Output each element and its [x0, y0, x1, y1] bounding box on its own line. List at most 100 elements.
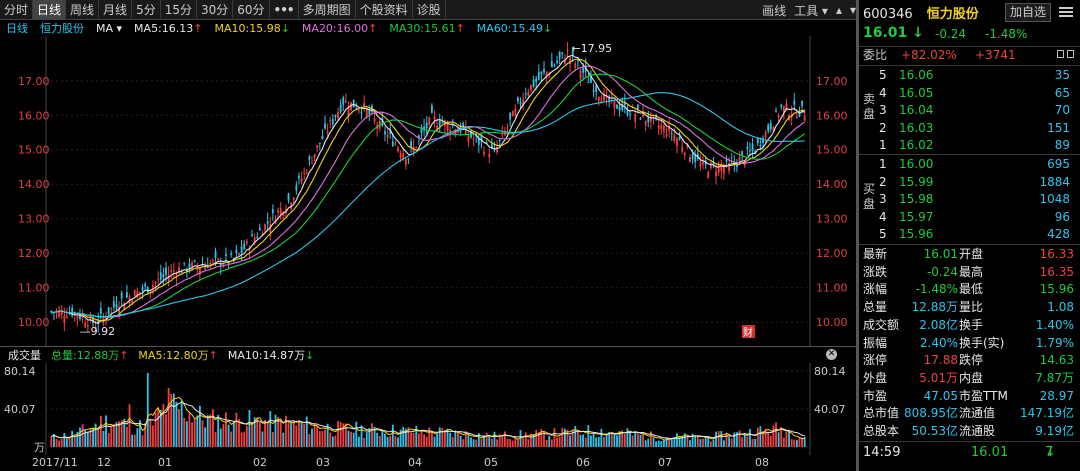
tab-6[interactable]: 30分: [197, 0, 234, 20]
volume-bar: [728, 437, 731, 447]
volume-bar: [240, 432, 243, 447]
volume-bar: [759, 426, 762, 447]
menu-icon[interactable]: [1059, 6, 1073, 18]
sells-row-1[interactable]: 4 16.05 65: [859, 85, 1080, 102]
sells-row-2[interactable]: 3 16.04 70: [859, 102, 1080, 119]
tab-1[interactable]: 日线: [33, 0, 67, 20]
candle-body: [715, 171, 717, 177]
volume-bar: [389, 436, 392, 447]
candle-body: [558, 51, 561, 59]
sells-row-3[interactable]: 2 16.03 151: [859, 120, 1080, 137]
candle-body: [386, 134, 389, 138]
volume-bar: [94, 423, 97, 447]
volume-chart[interactable]: 80.14 80.14 40.07 40.07 万: [0, 363, 856, 455]
candle-body: [467, 135, 470, 142]
draw-line-button[interactable]: 画线: [762, 2, 786, 19]
price-chart[interactable]: 17.00 17.00 16.00 16.00 15.00 15.00 14.00 14.00…: [0, 36, 856, 346]
volume-bar: [79, 427, 81, 447]
candle-body: [397, 147, 399, 152]
volume-bar: [553, 428, 556, 447]
volume-bar: [417, 433, 420, 447]
candle-body: [277, 210, 280, 213]
volume-bar: [702, 438, 704, 447]
level-num: 4: [879, 209, 887, 224]
candle-body: [550, 60, 553, 68]
volume-bar: [331, 436, 334, 447]
volume-bar: [112, 424, 115, 447]
volume-bar: [269, 411, 272, 447]
candle-body: [759, 145, 762, 147]
stat-value-2: 1.79%: [1035, 335, 1074, 350]
candle-body: [144, 284, 147, 287]
level-num: 4: [879, 85, 887, 100]
tab-10[interactable]: 个股资料: [356, 0, 413, 20]
volume-bar: [232, 421, 235, 447]
volume-bar: [733, 432, 736, 447]
volume-bar: [292, 420, 295, 447]
volume-bar: [639, 434, 642, 447]
candle-body: [498, 139, 501, 141]
period-label: 日线: [6, 22, 28, 35]
volume-bar: [438, 427, 441, 447]
candle-body: [316, 145, 319, 148]
candle-body: [532, 79, 535, 87]
candle-body: [120, 292, 123, 299]
ma-selector[interactable]: MA ▾: [96, 22, 122, 35]
candle-body: [756, 138, 759, 144]
candle-body: [212, 260, 214, 262]
close-volume-icon[interactable]: ✕: [826, 349, 837, 360]
tab-2[interactable]: 周线: [66, 0, 100, 20]
volume-bar: [363, 437, 366, 447]
candle-body: [159, 272, 162, 280]
candle-body: [720, 166, 723, 171]
volume-bar: [509, 439, 512, 447]
candle-body: [165, 267, 167, 276]
ma-legend: 日线 恒力股份 MA ▾ MA5:16.13↑ MA10:15.98↓ MA20:1…: [0, 20, 856, 36]
level-price: 15.98: [899, 192, 934, 207]
volume-bar: [180, 400, 183, 447]
level-volume: 1884: [1039, 174, 1070, 189]
tab-4[interactable]: 5分: [132, 0, 161, 20]
buys-row-2[interactable]: 3 15.98 1048: [859, 191, 1080, 208]
tab-0[interactable]: 分时: [0, 0, 34, 20]
tab-9[interactable]: 多周期图: [299, 0, 356, 20]
volume-bar: [660, 441, 663, 447]
tab-3[interactable]: 月线: [99, 0, 133, 20]
zoom-in-icon[interactable]: ▴: [836, 3, 842, 17]
candle-body: [793, 100, 796, 105]
volume-bar: [63, 432, 66, 447]
volume-bar: [420, 429, 423, 447]
volume-bar: [131, 434, 134, 447]
candle-body: [214, 250, 217, 258]
toggle-icon-2[interactable]: [1067, 50, 1074, 58]
volume-bar: [107, 433, 110, 447]
volume-bar: [185, 421, 188, 447]
buys-row-4[interactable]: 5 15.96 428: [859, 226, 1080, 243]
tab-5[interactable]: 15分: [161, 0, 197, 20]
tools-menu-button[interactable]: 工具 ▾: [794, 2, 828, 19]
toggle-icon[interactable]: [1057, 50, 1064, 58]
tab-8[interactable]: •••: [270, 0, 299, 20]
buys-row-3[interactable]: 4 15.97 96: [859, 209, 1080, 226]
tab-11[interactable]: 诊股: [413, 0, 446, 20]
volume-bar: [444, 430, 446, 447]
buys-row-0[interactable]: 1 16.00 695: [859, 156, 1080, 173]
volume-bar: [371, 423, 373, 447]
volume-bar: [193, 418, 196, 447]
volume-bar: [230, 431, 233, 447]
candle-body: [360, 112, 363, 114]
candle-body: [217, 258, 220, 260]
volume-bar: [488, 436, 491, 447]
volume-bar: [423, 434, 426, 447]
sells-row-0[interactable]: 5 16.06 35: [859, 67, 1080, 84]
tab-7[interactable]: 60分: [233, 0, 270, 20]
sells-row-4[interactable]: 1 16.02 89: [859, 137, 1080, 154]
buys-row-1[interactable]: 2 15.99 1884: [859, 174, 1080, 191]
add-favorite-button[interactable]: 加自选: [1005, 3, 1051, 22]
level-num: 1: [879, 157, 887, 171]
volume-bar: [767, 432, 770, 447]
volume-bar: [149, 418, 152, 447]
stat-value-2: 1.08: [1047, 300, 1074, 315]
volume-bar: [511, 440, 514, 447]
candle-body: [535, 78, 538, 82]
